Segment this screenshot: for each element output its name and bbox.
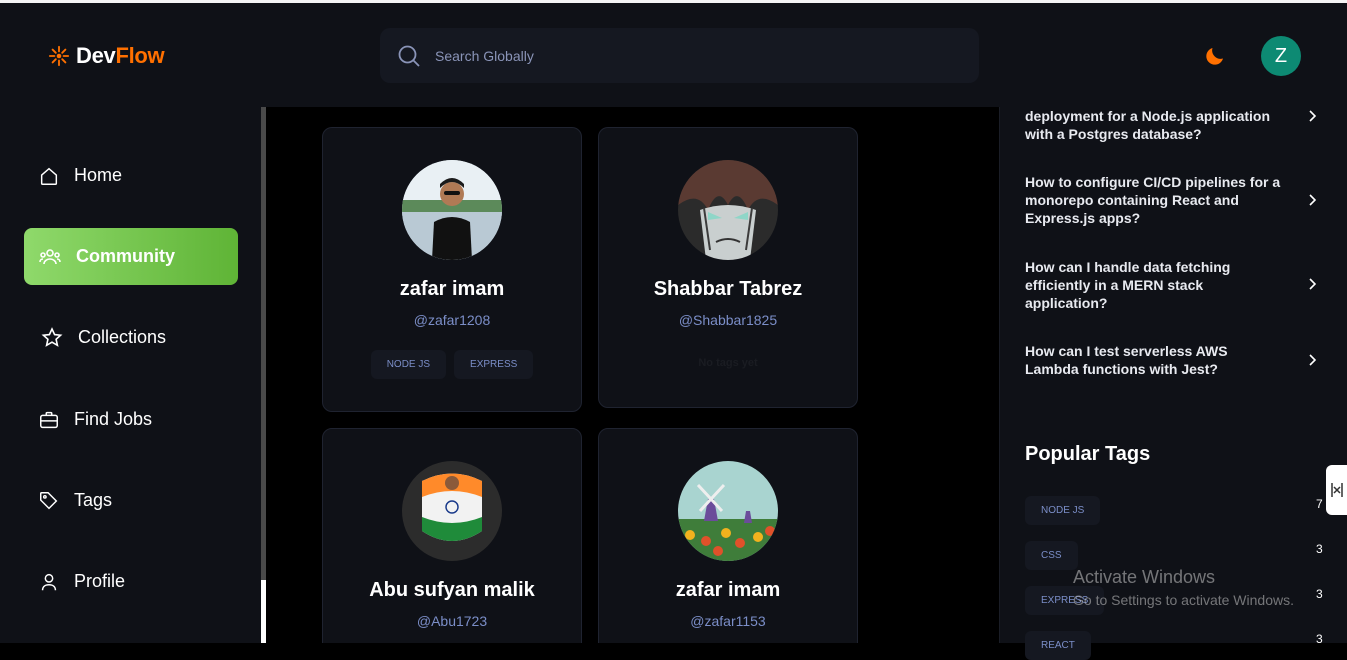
user-handle: @zafar1153 <box>690 613 766 629</box>
sidebar-item-label: Tags <box>74 490 113 510</box>
logo[interactable]: DevFlow <box>48 43 165 69</box>
user-name: Abu sufyan malik <box>369 579 535 601</box>
users-icon <box>39 248 61 264</box>
no-tags-text: No tags yet <box>698 357 758 369</box>
photo-anime-face <box>678 160 778 260</box>
tag-badge[interactable]: NODE JS <box>370 350 447 379</box>
sidebar-item-tags[interactable]: Tags <box>24 472 238 529</box>
user-icon <box>41 573 57 590</box>
sidebar-item-label: Find Jobs <box>74 409 153 429</box>
top-question-link[interactable]: How to configure CI/CD pipelines for a m… <box>1025 173 1285 227</box>
star-icon <box>41 326 63 347</box>
user-handle: @Shabbar1825 <box>678 312 778 328</box>
photo-man-sunglasses <box>402 160 502 260</box>
popular-tag-count: 3 <box>1316 542 1323 556</box>
sidebar-item-home[interactable]: Home <box>24 147 238 204</box>
home-icon <box>40 167 58 185</box>
top-question-link[interactable]: How can I handle data fetching efficient… <box>1025 258 1285 312</box>
collapse-icon <box>1330 483 1343 497</box>
chevron-right-icon[interactable] <box>1306 354 1318 366</box>
popular-tag-count: 3 <box>1316 587 1323 601</box>
sidebar-item-label: Collections <box>78 327 167 347</box>
user-handle: @zafar1208 <box>413 312 491 328</box>
suitcase-icon <box>40 411 58 428</box>
chevron-right-icon[interactable] <box>1306 110 1318 122</box>
search-icon <box>398 45 420 67</box>
popular-tag-badge[interactable]: CSS <box>1025 541 1078 570</box>
photo-windmill-tulips <box>678 461 778 561</box>
popular-tag-badge[interactable]: NODE JS <box>1025 496 1101 525</box>
logo-text: DevFlow <box>76 43 165 69</box>
user-photo <box>402 461 502 561</box>
logo-text-flow: Flow <box>115 43 165 68</box>
user-name: zafar imam <box>399 278 505 300</box>
top-navbar: DevFlow Z <box>0 3 1347 107</box>
sidebar-item-collections[interactable]: Collections <box>24 309 238 366</box>
tag-icon <box>40 491 58 509</box>
windows-activation-watermark: Activate Windows Go to Settings to activ… <box>1073 567 1294 608</box>
logo-burst-icon <box>48 45 70 67</box>
sidebar-item-label: Profile <box>74 571 126 591</box>
tag-badge[interactable]: EXPRESS <box>454 350 534 379</box>
popular-tags-title: Popular Tags <box>1025 443 1151 465</box>
watermark-subtitle: Go to Settings to activate Windows. <box>1073 592 1294 608</box>
user-photo <box>678 461 778 561</box>
user-avatar[interactable]: Z <box>1261 36 1301 76</box>
photo-flag <box>402 461 502 561</box>
sidebar-item-community[interactable]: Community <box>24 228 238 285</box>
sidebar-item-label: Home <box>74 165 123 185</box>
popular-tag-badge[interactable]: REACT <box>1025 631 1091 660</box>
global-search[interactable] <box>380 28 979 83</box>
user-name: zafar imam <box>675 579 781 601</box>
user-photo <box>678 160 778 260</box>
chevron-right-icon[interactable] <box>1306 194 1318 206</box>
logo-text-dev: Dev <box>76 43 116 68</box>
user-handle: @Abu1723 <box>416 613 488 629</box>
user-card[interactable]: Shabbar Tabrez @Shabbar1825 No tags yet <box>598 127 858 408</box>
popular-tag-count: 7 <box>1316 497 1323 511</box>
user-card[interactable]: Abu sufyan malik @Abu1723 <box>322 428 582 643</box>
user-photo <box>402 160 502 260</box>
top-question-link[interactable]: How can I test serverless AWS Lambda fun… <box>1025 342 1285 378</box>
left-sidebar: Home Community Collections Find Jobs Tag… <box>0 107 261 643</box>
community-main: zafar imam @zafar1208 NODE JS EXPRESS Sh… <box>266 107 999 643</box>
sidebar-item-label: Community <box>76 246 175 266</box>
popular-tag-count: 3 <box>1316 632 1323 646</box>
chevron-right-icon[interactable] <box>1306 278 1318 290</box>
right-sidebar: deployment for a Node.js application wit… <box>999 107 1347 660</box>
watermark-title: Activate Windows <box>1073 567 1216 587</box>
top-question-link[interactable]: deployment for a Node.js application wit… <box>1025 107 1285 143</box>
search-input[interactable] <box>435 47 915 64</box>
user-card[interactable]: zafar imam @zafar1208 NODE JS EXPRESS <box>322 127 582 412</box>
user-tags: NODE JS EXPRESS <box>323 350 581 379</box>
moon-icon[interactable] <box>1203 44 1227 68</box>
sidebar-item-find-jobs[interactable]: Find Jobs <box>24 391 238 448</box>
user-name: Shabbar Tabrez <box>653 278 803 300</box>
side-widget-tab[interactable] <box>1326 465 1347 515</box>
sidebar-item-profile[interactable]: Profile <box>24 553 238 610</box>
user-card[interactable]: zafar imam @zafar1153 <box>598 428 858 643</box>
